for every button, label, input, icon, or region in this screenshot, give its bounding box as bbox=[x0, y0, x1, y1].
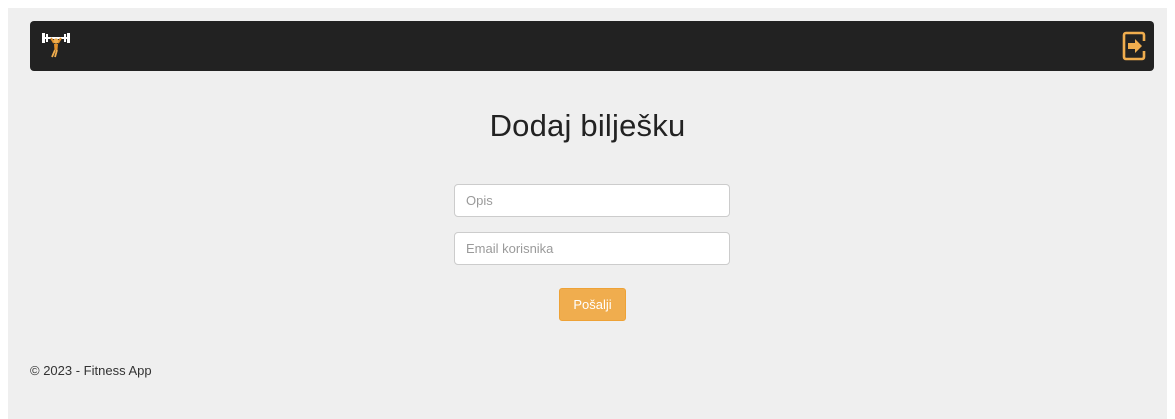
submit-button[interactable]: Pošalji bbox=[559, 288, 626, 321]
description-input[interactable] bbox=[454, 184, 730, 217]
user-email-input[interactable] bbox=[454, 232, 730, 265]
top-navbar bbox=[30, 21, 1154, 71]
page-title: Dodaj bilješku bbox=[489, 108, 686, 143]
logout-icon[interactable] bbox=[1122, 30, 1148, 62]
footer-copyright: © 2023 - Fitness App bbox=[30, 363, 152, 378]
weightlifter-icon[interactable] bbox=[39, 29, 73, 59]
page-container: Dodaj bilješku Pošalji © 2023 - Fitness … bbox=[8, 8, 1167, 419]
